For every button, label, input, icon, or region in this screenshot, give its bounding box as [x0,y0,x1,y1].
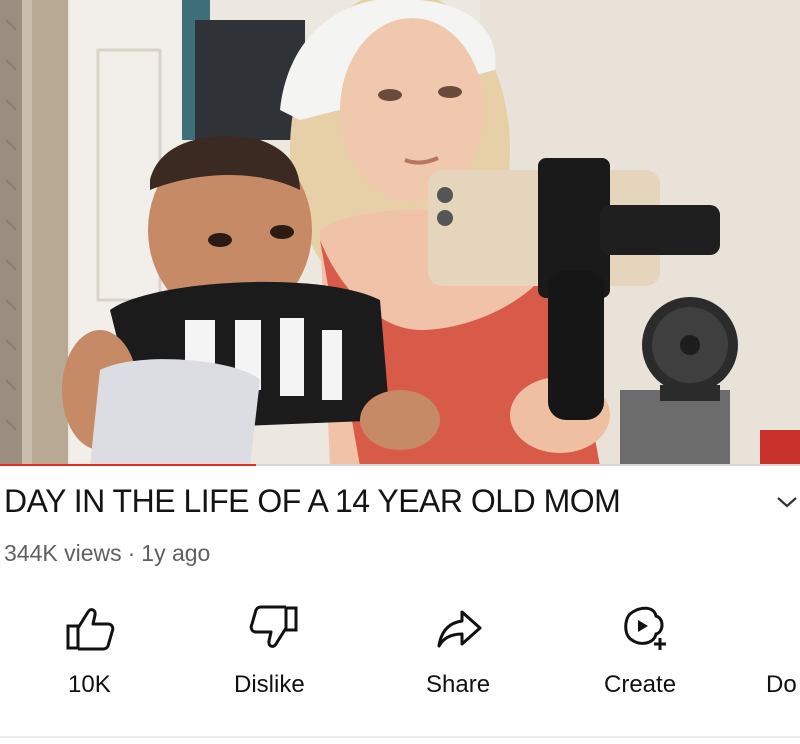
download-label: Do [766,671,797,698]
meta-separator: · [127,540,136,566]
like-button[interactable]: 10K [44,600,174,710]
thumbs-down-icon [248,604,300,652]
progress-bar-fill [0,464,256,466]
thumbs-up-icon [64,604,116,652]
title-row[interactable]: DAY IN THE LIFE OF A 14 YEAR OLD MOM [0,478,800,524]
share-label: Share [426,671,491,698]
download-button[interactable]: Do [752,600,800,710]
like-count: 10K [68,671,111,698]
create-label: Create [604,671,677,698]
action-bar: 10K Dislike Share Create Do [0,600,800,710]
view-count: 344K views [4,540,122,566]
chevron-down-icon[interactable] [774,492,800,512]
video-meta: 344K views · 1y ago [4,540,210,567]
dislike-label: Dislike [234,671,305,698]
video-player[interactable] [0,0,800,466]
share-arrow-icon [434,604,486,652]
dislike-button[interactable]: Dislike [210,600,340,710]
video-title: DAY IN THE LIFE OF A 14 YEAR OLD MOM [4,483,621,519]
create-sparkle-icon [620,604,672,652]
progress-bar[interactable] [0,464,800,466]
video-frame [0,0,800,466]
share-button[interactable]: Share [400,600,530,710]
upload-age: 1y ago [141,540,211,566]
create-button[interactable]: Create [582,600,712,710]
divider [0,736,800,738]
